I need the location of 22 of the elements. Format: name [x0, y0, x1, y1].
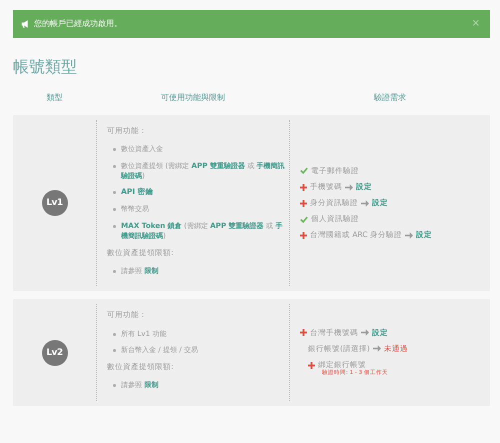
page-title: 帳號類型	[13, 57, 78, 76]
close-button[interactable]: ×	[472, 19, 480, 29]
bullet-icon	[113, 164, 116, 168]
arrow-icon	[345, 184, 353, 191]
bullet-icon	[113, 332, 116, 336]
megaphone-icon	[21, 20, 30, 28]
level-badge: Lv1	[42, 190, 68, 216]
column-header: 類型	[46, 93, 62, 102]
bullet-icon	[113, 225, 116, 228]
bullet-icon	[113, 191, 116, 194]
column-header: 驗證需求	[374, 93, 406, 102]
arrow-icon	[404, 232, 413, 239]
column-header: 可使用功能與限制	[161, 93, 225, 102]
bullet-icon	[113, 270, 116, 273]
arrow-icon	[361, 329, 369, 336]
arrow-icon	[361, 200, 369, 207]
bullet-icon	[113, 349, 116, 352]
level-badge: Lv2	[42, 340, 68, 366]
alert-message: 您的帳戶已經成功啟用。	[34, 18, 122, 30]
bullet-icon	[113, 384, 116, 388]
bullet-icon	[113, 208, 116, 212]
bullet-icon	[113, 148, 116, 152]
